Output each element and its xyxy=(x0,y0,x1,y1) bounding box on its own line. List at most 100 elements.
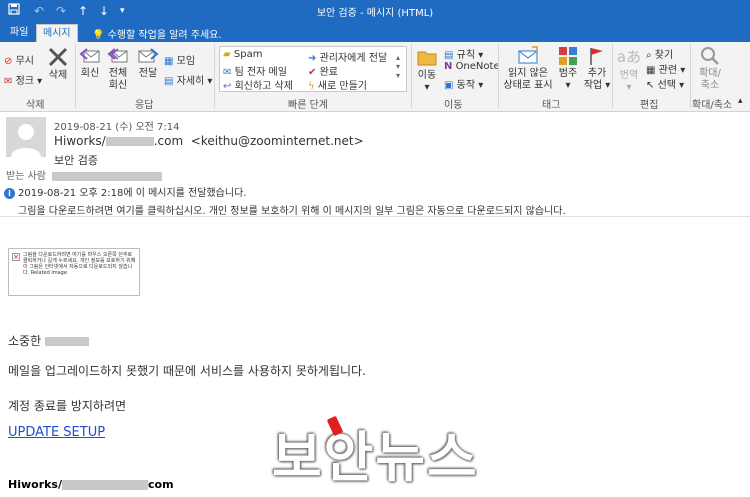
forwarded-notice: 2019-08-21 오후 2:18에 이 메시지를 전달했습니다. xyxy=(18,188,247,199)
broken-image-icon: × xyxy=(12,253,20,261)
categorize-icon xyxy=(559,47,577,65)
signature-suffix: com xyxy=(148,478,174,491)
tab-file[interactable]: 파일 xyxy=(4,24,34,42)
junk-button[interactable]: ✉ 정크 ▾ xyxy=(4,72,42,87)
select-icon: ↖ xyxy=(646,80,655,91)
onenote-button[interactable]: N OneNote xyxy=(444,61,500,72)
download-pictures-notice[interactable]: 그림을 다운로드하려면 여기를 클릭하십시오. 개인 정보를 보호하기 위해 이… xyxy=(4,202,566,217)
group-label-delete: 삭제 xyxy=(26,100,45,111)
actions-icon: ▣ xyxy=(444,80,454,91)
update-setup-link[interactable]: UPDATE SETUP xyxy=(8,425,105,440)
follow-up-button[interactable]: 추가 작업 ▾ xyxy=(582,46,612,92)
redacted-text xyxy=(52,171,163,181)
group-label-zoom: 확대/축소 xyxy=(692,100,733,111)
related-icon: ▦ xyxy=(646,65,656,76)
meeting-button[interactable]: ▦ 모임 xyxy=(164,52,195,67)
group-divider xyxy=(411,44,412,108)
folder-icon: ▰ xyxy=(223,49,231,60)
translate-button[interactable]: aあ 번역 ▾ xyxy=(615,46,643,94)
group-divider xyxy=(498,44,499,108)
ribbon-tabs: 파일 메시지 💡 수행할 작업을 알려 주세요. xyxy=(0,22,750,42)
group-divider xyxy=(690,44,691,108)
tell-me-box[interactable]: 💡 수행할 작업을 알려 주세요. xyxy=(92,26,222,41)
window-title: 보안 검증 - 메시지 (HTML) xyxy=(316,8,434,19)
flag-icon xyxy=(590,48,603,65)
group-label-quick-steps: 빠른 단계 xyxy=(288,100,328,111)
select-button[interactable]: ↖ 선택 ▾ xyxy=(646,76,684,91)
gallery-scroll-icon[interactable]: ▴ ▾ ▾ xyxy=(396,53,400,80)
sender-line: Hiworks/ .com <keithu@zoominternet.net> xyxy=(54,134,364,148)
calendar-icon: ▦ xyxy=(164,56,174,67)
info-icon: i xyxy=(4,188,15,199)
more-icon: ▤ xyxy=(164,76,174,87)
group-divider xyxy=(75,44,76,108)
header-divider xyxy=(0,216,750,217)
move-button[interactable]: 이동 ▾ xyxy=(414,46,440,94)
redacted-text xyxy=(105,137,154,146)
body-line-2: 계정 종료를 방지하려면 xyxy=(8,399,127,413)
redacted-text xyxy=(44,337,89,346)
tab-message[interactable]: 메시지 xyxy=(36,24,78,42)
reply-button[interactable]: 회신 xyxy=(78,46,102,80)
group-label-editing: 편집 xyxy=(640,100,659,111)
quick-step-to-manager[interactable]: ➜ 관리자에게 전달 xyxy=(308,49,387,64)
rules-icon: ▤ xyxy=(444,50,454,61)
greeting-line: 소중한 xyxy=(8,332,89,349)
body-line-1: 메일을 업그레이드하지 못했기 때문에 서비스를 사용하지 못하게됩니다. xyxy=(8,364,366,378)
delete-button[interactable]: 삭제 xyxy=(44,46,72,82)
group-divider xyxy=(214,44,215,108)
ribbon: ⊘ 무시 ✉ 정크 ▾ 삭제 삭제 회신 전체 회신 전달 ▦ 모임 ▤ 자세히… xyxy=(0,42,750,112)
reply-all-icon xyxy=(107,48,128,63)
find-button[interactable]: ⌕ 찾기 xyxy=(646,46,673,61)
ignore-icon: ⊘ xyxy=(4,56,13,67)
sender-name-prefix: Hiworks/ xyxy=(54,134,106,148)
delete-icon xyxy=(48,47,68,67)
signature: Hiworks/com xyxy=(8,478,174,491)
recipients-line: 받는 사람 xyxy=(6,167,163,182)
reply-delete-icon: ↩ xyxy=(223,81,232,92)
quick-step-create-new[interactable]: ϟ 새로 만들기 xyxy=(308,77,367,92)
blocked-image-text: 그림을 다운로드하려면 여기를 마우스 오른쪽 단추로 클릭하거나 길게 누르세… xyxy=(23,252,136,276)
message-subject: 보안 검증 xyxy=(54,154,98,167)
ignore-button[interactable]: ⊘ 무시 xyxy=(4,52,34,67)
more-respond-button[interactable]: ▤ 자세히 ▾ xyxy=(164,72,212,87)
related-button[interactable]: ▦ 관련 ▾ xyxy=(646,61,685,76)
collapse-ribbon-icon[interactable]: ▴ xyxy=(738,96,743,106)
info-bar[interactable]: i 2019-08-21 오후 2:18에 이 메시지를 전달했습니다. 그림을 … xyxy=(4,184,566,217)
quick-step-team-email[interactable]: ✉ 팀 전자 메일 xyxy=(223,63,287,78)
quick-steps-gallery: ▰ Spam ✉ 팀 전자 메일 ↩ 회신하고 삭제 ➜ 관리자에게 전달 ✔ … xyxy=(219,46,407,92)
onenote-icon: N xyxy=(444,61,453,72)
move-folder-icon xyxy=(417,51,437,66)
mark-unread-icon xyxy=(518,46,538,64)
quick-step-done[interactable]: ✔ 완료 xyxy=(308,63,338,78)
zoom-button[interactable]: 확대/ 축소 xyxy=(694,46,726,92)
lightning-icon: ϟ xyxy=(308,81,315,92)
reply-icon xyxy=(79,48,100,63)
blocked-image-placeholder[interactable]: × 그림을 다운로드하려면 여기를 마우스 오른쪽 단추로 클릭하거나 길게 누… xyxy=(8,248,140,296)
group-label-tags: 태그 xyxy=(542,100,561,111)
rules-button[interactable]: ▤ 규칙 ▾ xyxy=(444,46,483,61)
forward-button[interactable]: 전달 xyxy=(136,46,160,80)
mark-unread-button[interactable]: 읽지 않은 상태로 표시 xyxy=(502,46,554,92)
quick-step-spam[interactable]: ▰ Spam xyxy=(223,49,262,60)
zoom-icon xyxy=(701,47,719,65)
sender-avatar xyxy=(6,117,46,157)
group-divider xyxy=(612,44,613,108)
to-label: 받는 사람 xyxy=(6,171,46,182)
group-label-move: 이동 xyxy=(444,100,463,111)
categorize-button[interactable]: 범주 ▾ xyxy=(556,46,580,92)
junk-icon: ✉ xyxy=(4,76,13,87)
lightbulb-icon: 💡 xyxy=(92,30,105,41)
reply-all-button[interactable]: 전체 회신 xyxy=(106,46,130,92)
tell-me-text: 수행할 작업을 알려 주세요. xyxy=(107,30,222,41)
quick-step-reply-delete[interactable]: ↩ 회신하고 삭제 xyxy=(223,77,293,92)
sender-name-domain: .com xyxy=(153,134,184,148)
actions-button[interactable]: ▣ 동작 ▾ xyxy=(444,76,483,91)
signature-prefix: Hiworks/ xyxy=(8,478,63,491)
sender-email: <keithu@zoominternet.net> xyxy=(190,134,364,148)
title-bar: ↶ ↷ ↑ ↓ ▾ 보안 검증 - 메시지 (HTML) xyxy=(0,0,750,22)
watermark: 보안뉴스 xyxy=(272,426,479,489)
group-label-respond: 응답 xyxy=(135,100,154,111)
translate-icon: aあ xyxy=(616,48,642,66)
find-icon: ⌕ xyxy=(646,50,652,61)
